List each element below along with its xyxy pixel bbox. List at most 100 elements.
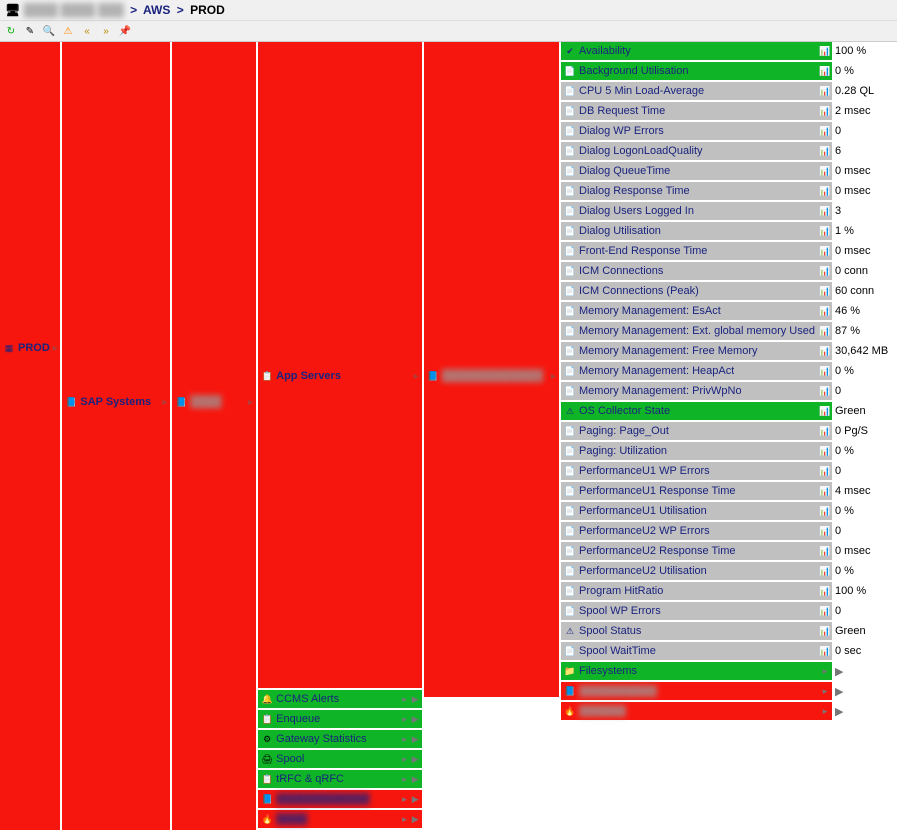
chart-icon[interactable]: 📊 bbox=[818, 182, 832, 200]
expand-icon[interactable]: ▸ bbox=[402, 714, 407, 725]
arrow-icon[interactable]: ▶ bbox=[412, 814, 419, 825]
expand-icon[interactable]: ▸ bbox=[402, 794, 407, 805]
app-group-row[interactable]: 📘████████████▸▶ bbox=[258, 790, 422, 808]
metric-group-row[interactable]: 📘██████████▸▶ bbox=[561, 682, 895, 700]
chart-icon[interactable]: 📊 bbox=[818, 542, 832, 560]
metric-row[interactable]: 📄Memory Management: EsAct📊46 % bbox=[561, 302, 895, 320]
chart-icon[interactable]: 📊 bbox=[818, 222, 832, 240]
expand-icon[interactable]: ▸ bbox=[402, 774, 407, 785]
arrow-icon[interactable]: ▶ bbox=[832, 682, 895, 700]
metric-row[interactable]: 📄PerformanceU1 Response Time📊4 msec bbox=[561, 482, 895, 500]
expand-icon[interactable]: ▸ bbox=[402, 694, 407, 705]
chart-icon[interactable]: 📊 bbox=[818, 202, 832, 220]
metric-row[interactable]: 📄PerformanceU1 WP Errors📊0 bbox=[561, 462, 895, 480]
expand-icon[interactable]: ▸ bbox=[818, 662, 832, 680]
metric-row[interactable]: 📄Memory Management: HeapAct📊0 % bbox=[561, 362, 895, 380]
metric-row[interactable]: 📄Memory Management: Free Memory📊30,642 M… bbox=[561, 342, 895, 360]
metric-row[interactable]: 📄Paging: Page_Out📊0 Pg/S bbox=[561, 422, 895, 440]
metric-row[interactable]: 📄Memory Management: Ext. global memory U… bbox=[561, 322, 895, 340]
expand-icon[interactable]: ▸ bbox=[402, 814, 407, 825]
expand-icon[interactable]: ▸ bbox=[248, 397, 253, 408]
chart-icon[interactable]: 📊 bbox=[818, 262, 832, 280]
metric-row[interactable]: 📄Dialog Response Time📊0 msec bbox=[561, 182, 895, 200]
chart-icon[interactable]: 📊 bbox=[818, 522, 832, 540]
chart-icon[interactable]: 📊 bbox=[818, 162, 832, 180]
metric-row[interactable]: 📄Dialog WP Errors📊0 bbox=[561, 122, 895, 140]
app-group-row[interactable]: ⚙Gateway Statistics▸▶ bbox=[258, 730, 422, 748]
metric-row[interactable]: 📄Dialog Users Logged In📊3 bbox=[561, 202, 895, 220]
metric-group-row[interactable]: 🔥██████▸▶ bbox=[561, 702, 895, 720]
col-system[interactable]: 📘 ████ ▸ bbox=[172, 42, 258, 830]
metric-row[interactable]: 📄Dialog LogonLoadQuality📊6 bbox=[561, 142, 895, 160]
metric-row[interactable]: ⚠OS Collector State📊Green bbox=[561, 402, 895, 420]
chart-icon[interactable]: 📊 bbox=[818, 582, 832, 600]
prev-icon[interactable]: « bbox=[79, 23, 95, 39]
chart-icon[interactable]: 📊 bbox=[818, 642, 832, 660]
metric-row[interactable]: 📄Dialog Utilisation📊1 % bbox=[561, 222, 895, 240]
expand-icon[interactable]: ▸ bbox=[402, 734, 407, 745]
arrow-icon[interactable]: ▶ bbox=[412, 774, 419, 785]
chart-icon[interactable]: 📊 bbox=[818, 402, 832, 420]
metric-row[interactable]: 📄Spool WaitTime📊0 sec bbox=[561, 642, 895, 660]
app-servers-block[interactable]: 📋 App Servers ▸ bbox=[258, 42, 422, 688]
metric-row[interactable]: 📄Background Utilisation📊0 % bbox=[561, 62, 895, 80]
chart-icon[interactable]: 📊 bbox=[818, 42, 832, 60]
app-group-row[interactable]: 📋Enqueue▸▶ bbox=[258, 710, 422, 728]
metric-row[interactable]: 📄Dialog QueueTime📊0 msec bbox=[561, 162, 895, 180]
breadcrumb-root[interactable]: ████ ████ ███ bbox=[24, 3, 124, 17]
metric-row[interactable]: ✔Availability📊100 % bbox=[561, 42, 895, 60]
app-group-row[interactable]: 🔔CCMS Alerts▸▶ bbox=[258, 690, 422, 708]
expand-icon[interactable]: ▸ bbox=[402, 754, 407, 765]
refresh-icon[interactable]: ↻ bbox=[3, 23, 19, 39]
metric-row[interactable]: 📄ICM Connections📊0 conn bbox=[561, 262, 895, 280]
chart-icon[interactable]: 📊 bbox=[818, 562, 832, 580]
next-icon[interactable]: » bbox=[98, 23, 114, 39]
metric-row[interactable]: 📄Front-End Response Time📊0 msec bbox=[561, 242, 895, 260]
chart-icon[interactable]: 📊 bbox=[818, 62, 832, 80]
search-icon[interactable]: 🔍 bbox=[41, 23, 57, 39]
metric-row[interactable]: 📄Program HitRatio📊100 % bbox=[561, 582, 895, 600]
expand-icon[interactable]: ▸ bbox=[162, 397, 167, 408]
chart-icon[interactable]: 📊 bbox=[818, 122, 832, 140]
chart-icon[interactable]: 📊 bbox=[818, 82, 832, 100]
metric-row[interactable]: 📄PerformanceU1 Utilisation📊0 % bbox=[561, 502, 895, 520]
pin-icon[interactable]: 📌 bbox=[117, 23, 133, 39]
metric-row[interactable]: 📄PerformanceU2 WP Errors📊0 bbox=[561, 522, 895, 540]
arrow-icon[interactable]: ▶ bbox=[412, 714, 419, 725]
metric-row[interactable]: 📄Memory Management: PrivWpNo📊0 bbox=[561, 382, 895, 400]
expand-icon[interactable]: ▸ bbox=[818, 682, 832, 700]
warn-icon[interactable]: ⚠ bbox=[60, 23, 76, 39]
metric-row[interactable]: 📄CPU 5 Min Load-Average📊0.28 QL bbox=[561, 82, 895, 100]
chart-icon[interactable]: 📊 bbox=[818, 322, 832, 340]
app-group-row[interactable]: 📋tRFC & qRFC▸▶ bbox=[258, 770, 422, 788]
metric-row[interactable]: 📄ICM Connections (Peak)📊60 conn bbox=[561, 282, 895, 300]
expand-icon[interactable]: ▸ bbox=[818, 702, 832, 720]
arrow-icon[interactable]: ▶ bbox=[832, 662, 895, 680]
edit-icon[interactable]: ✎ bbox=[22, 23, 38, 39]
metric-row[interactable]: ⚠Spool Status📊Green bbox=[561, 622, 895, 640]
col-instance[interactable]: 📘 █████████████ ▸ bbox=[424, 42, 561, 697]
app-group-row[interactable]: 🔥████▸▶ bbox=[258, 810, 422, 828]
metric-row[interactable]: 📄DB Request Time📊2 msec bbox=[561, 102, 895, 120]
chart-icon[interactable]: 📊 bbox=[818, 622, 832, 640]
chart-icon[interactable]: 📊 bbox=[818, 502, 832, 520]
arrow-icon[interactable]: ▶ bbox=[412, 694, 419, 705]
app-group-row[interactable]: 🖨Spool▸▶ bbox=[258, 750, 422, 768]
chart-icon[interactable]: 📊 bbox=[818, 302, 832, 320]
chart-icon[interactable]: 📊 bbox=[818, 362, 832, 380]
chart-icon[interactable]: 📊 bbox=[818, 442, 832, 460]
chart-icon[interactable]: 📊 bbox=[818, 382, 832, 400]
chart-icon[interactable]: 📊 bbox=[818, 102, 832, 120]
chart-icon[interactable]: 📊 bbox=[818, 342, 832, 360]
chart-icon[interactable]: 📊 bbox=[818, 462, 832, 480]
arrow-icon[interactable]: ▶ bbox=[412, 754, 419, 765]
col-sap-systems[interactable]: 📘 SAP Systems ▸ bbox=[62, 42, 172, 830]
chart-icon[interactable]: 📊 bbox=[818, 482, 832, 500]
chart-icon[interactable]: 📊 bbox=[818, 602, 832, 620]
chart-icon[interactable]: 📊 bbox=[818, 282, 832, 300]
metric-row[interactable]: 📄PerformanceU2 Response Time📊0 msec bbox=[561, 542, 895, 560]
expand-icon[interactable]: ▸ bbox=[414, 371, 419, 382]
breadcrumb-aws[interactable]: AWS bbox=[143, 3, 170, 17]
arrow-icon[interactable]: ▶ bbox=[412, 794, 419, 805]
metric-row[interactable]: 📄Paging: Utilization📊0 % bbox=[561, 442, 895, 460]
